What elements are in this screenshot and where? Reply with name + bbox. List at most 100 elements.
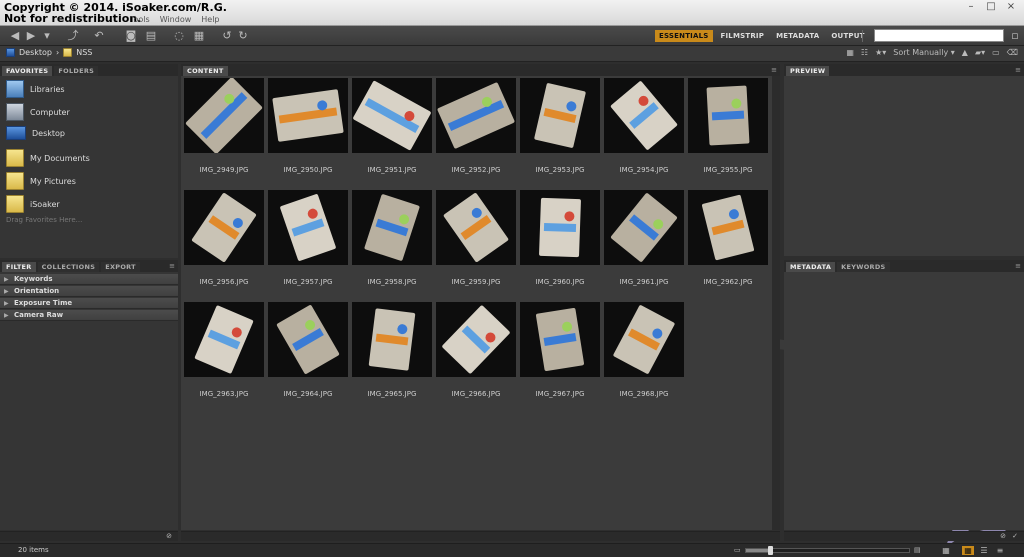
open-recent-folder-icon[interactable]: ▰▾ bbox=[975, 48, 985, 57]
thumbnail[interactable] bbox=[268, 190, 348, 265]
thumbnail[interactable] bbox=[268, 78, 348, 153]
product-photo bbox=[702, 194, 754, 261]
panel-menu-icon[interactable]: ≡ bbox=[1015, 66, 1021, 74]
new-folder-icon[interactable]: ▦ bbox=[192, 29, 206, 43]
new-folder-icon[interactable]: ▭ bbox=[992, 48, 1000, 57]
thumbnail[interactable] bbox=[520, 78, 600, 153]
search-options-icon[interactable]: ▫ bbox=[1008, 29, 1022, 43]
workspace-essentials[interactable]: ESSENTIALS bbox=[655, 30, 713, 42]
filter-row-camera-raw[interactable]: ▶ Camera Raw bbox=[0, 310, 178, 321]
thumbnail[interactable] bbox=[688, 78, 768, 153]
close-button[interactable]: × bbox=[1004, 2, 1018, 13]
favorite-isoaker[interactable]: iSoaker bbox=[6, 195, 60, 213]
thumbnail[interactable] bbox=[436, 78, 516, 153]
rotate-right-icon[interactable]: ↻ bbox=[236, 29, 250, 43]
filter-row-orientation[interactable]: ▶ Orientation bbox=[0, 286, 178, 297]
thumbnail[interactable] bbox=[604, 190, 684, 265]
tab-filter[interactable]: FILTER bbox=[2, 262, 36, 272]
zoom-out-icon[interactable]: ▭ bbox=[734, 546, 741, 554]
thumbnail[interactable] bbox=[352, 302, 432, 377]
tab-keywords[interactable]: KEYWORDS bbox=[837, 262, 890, 272]
tab-metadata[interactable]: METADATA bbox=[786, 262, 836, 272]
content-scrollbar[interactable] bbox=[772, 76, 780, 530]
thumbnail-size-handle[interactable] bbox=[768, 546, 774, 555]
tab-folders[interactable]: FOLDERS bbox=[54, 66, 99, 76]
forward-icon[interactable]: ▶ bbox=[24, 29, 38, 43]
product-photo bbox=[194, 305, 254, 374]
thumbnail[interactable] bbox=[268, 302, 348, 377]
favorite-libraries[interactable]: Libraries bbox=[6, 80, 65, 98]
menu-items: Tools Window Help bbox=[130, 15, 220, 24]
search-input[interactable] bbox=[874, 29, 1004, 42]
camera-icon[interactable]: ◙ bbox=[124, 29, 138, 43]
menu-help[interactable]: Help bbox=[201, 15, 219, 24]
favorite-my-documents[interactable]: My Documents bbox=[6, 149, 90, 167]
breadcrumb-desktop[interactable]: Desktop bbox=[19, 48, 52, 57]
workspace-filmstrip[interactable]: FILMSTRIP bbox=[717, 30, 769, 42]
thumbnail[interactable] bbox=[688, 190, 768, 265]
breadcrumb-nss[interactable]: NSS bbox=[76, 48, 92, 57]
rotate-left-icon[interactable]: ↺ bbox=[220, 29, 234, 43]
thumbnail-quality-icon[interactable]: ▦ bbox=[846, 48, 854, 57]
product-photo bbox=[276, 305, 340, 374]
thumbnail[interactable] bbox=[436, 190, 516, 265]
trash-icon[interactable]: ⌫ bbox=[1007, 48, 1018, 57]
thumbnail[interactable] bbox=[184, 77, 264, 154]
tab-favorites[interactable]: FAVORITES bbox=[2, 66, 53, 76]
thumbnail-filename: IMG_2954.JPG bbox=[619, 166, 669, 174]
refine-icon[interactable]: ▤ bbox=[144, 29, 158, 43]
filter-rating-icon[interactable]: ★▾ bbox=[875, 48, 886, 57]
reveal-recent-icon[interactable]: ↶ bbox=[92, 29, 106, 43]
thumbnail[interactable] bbox=[520, 190, 600, 265]
folder-icon bbox=[6, 149, 24, 167]
favorite-computer[interactable]: Computer bbox=[6, 103, 70, 121]
tab-preview[interactable]: PREVIEW bbox=[786, 66, 830, 76]
filter-row-keywords[interactable]: ▶ Keywords bbox=[0, 274, 178, 285]
metadata-panel: METADATA KEYWORDS ≡ bbox=[784, 260, 1024, 530]
workspace-switcher: ESSENTIALS FILMSTRIP METADATA OUTPUT ▾ bbox=[655, 29, 884, 43]
favorite-my-pictures[interactable]: My Pictures bbox=[6, 172, 76, 190]
clear-filter-icon[interactable]: ⊘ bbox=[166, 532, 172, 540]
view-thumbnails-icon[interactable]: ▦ bbox=[962, 546, 974, 555]
maximize-button[interactable]: □ bbox=[984, 2, 998, 13]
tab-export[interactable]: EXPORT bbox=[101, 262, 140, 272]
thumbnail-size-slider[interactable] bbox=[745, 546, 910, 555]
view-list-icon[interactable]: ≡ bbox=[994, 546, 1006, 555]
product-photo bbox=[191, 193, 257, 262]
thumbnail[interactable] bbox=[604, 302, 684, 377]
thumbnail[interactable] bbox=[352, 78, 432, 153]
filter-row-exposure-time[interactable]: ▶ Exposure Time bbox=[0, 298, 178, 309]
grid-lock-icon[interactable]: ▦ bbox=[940, 546, 952, 555]
thumbnail[interactable] bbox=[184, 302, 264, 377]
panel-menu-icon[interactable]: ≡ bbox=[169, 262, 175, 270]
sort-direction-icon[interactable]: ▲ bbox=[962, 48, 968, 57]
history-dropdown-icon[interactable]: ▾ bbox=[40, 29, 54, 43]
menu-window[interactable]: Window bbox=[160, 15, 192, 24]
thumbnail[interactable] bbox=[436, 302, 516, 377]
view-details-icon[interactable]: ☰ bbox=[978, 546, 990, 555]
workspace-metadata[interactable]: METADATA bbox=[772, 30, 823, 42]
thumbnail[interactable] bbox=[352, 190, 432, 265]
thumbnail[interactable] bbox=[520, 302, 600, 377]
cancel-icon[interactable]: ⊘ bbox=[1000, 532, 1006, 540]
tab-collections[interactable]: COLLECTIONS bbox=[37, 262, 100, 272]
thumbnail-filename: IMG_2967.JPG bbox=[535, 390, 585, 398]
zoom-in-icon[interactable]: ▤ bbox=[914, 546, 921, 554]
thumbnail-size-fill bbox=[746, 549, 771, 552]
panel-menu-icon[interactable]: ≡ bbox=[1015, 262, 1021, 270]
sort-dropdown[interactable]: Sort Manually ▾ bbox=[893, 48, 955, 57]
view-options-icon[interactable]: ☷ bbox=[861, 48, 868, 57]
thumbnail[interactable] bbox=[604, 78, 684, 153]
menu-tools[interactable]: Tools bbox=[130, 15, 150, 24]
minimize-button[interactable]: – bbox=[964, 2, 978, 13]
thumbnail[interactable] bbox=[184, 190, 264, 265]
go-parent-icon[interactable]: ⤴ bbox=[66, 29, 80, 43]
tab-content[interactable]: CONTENT bbox=[183, 66, 228, 76]
desktop-icon bbox=[6, 48, 15, 57]
open-recent-icon[interactable]: ◌ bbox=[172, 29, 186, 43]
back-icon[interactable]: ◀ bbox=[8, 29, 22, 43]
favorite-desktop[interactable]: Desktop bbox=[6, 126, 65, 140]
panel-menu-icon[interactable]: ≡ bbox=[771, 66, 777, 74]
apply-checkmark-icon[interactable]: ✓ bbox=[1012, 532, 1018, 540]
thumbnail-filename: IMG_2955.JPG bbox=[703, 166, 753, 174]
